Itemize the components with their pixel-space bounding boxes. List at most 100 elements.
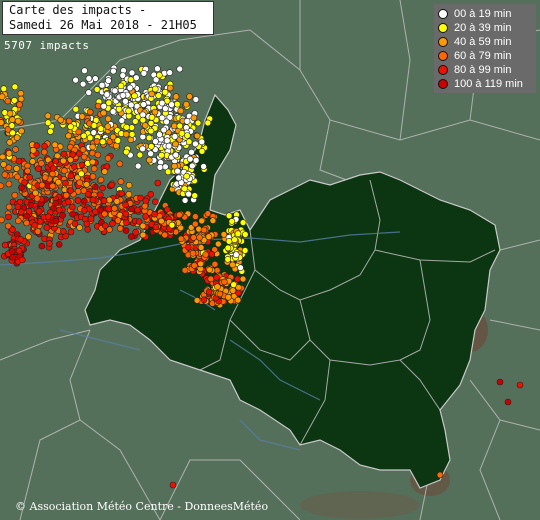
impact-point [26, 174, 34, 181]
impact-point [55, 206, 63, 214]
impact-point [79, 80, 87, 88]
impact-point [67, 187, 74, 194]
impact-point [114, 217, 122, 224]
impact-point [158, 217, 165, 225]
impact-point [33, 195, 41, 202]
impact-point [122, 227, 130, 234]
impact-point [100, 197, 108, 204]
impact-point [122, 201, 129, 209]
impact-point [127, 101, 135, 109]
impact-point [14, 217, 22, 225]
impact-point [189, 250, 197, 257]
impact-point [133, 74, 140, 81]
legend-swatch [438, 51, 448, 61]
impact-point [41, 142, 48, 150]
impact-point [193, 132, 201, 140]
impact-point [194, 119, 202, 127]
impact-point [191, 192, 198, 199]
impact-point [146, 156, 153, 164]
impact-point [152, 223, 160, 231]
legend-swatch [438, 37, 448, 47]
impact-point [213, 274, 220, 281]
impact-point [176, 211, 183, 219]
impact-point [239, 219, 247, 226]
impact-point [97, 125, 105, 132]
impact-point [97, 176, 105, 184]
impact-point [204, 119, 212, 127]
impact-point [183, 118, 191, 125]
impact-point [104, 115, 112, 123]
impact-point [234, 230, 242, 237]
impact-point [75, 128, 82, 136]
impact-point [18, 256, 26, 264]
impact-point [34, 228, 42, 235]
impact-point [115, 105, 123, 113]
impact-point [46, 240, 53, 247]
impact-point [0, 93, 6, 100]
impact-point [76, 224, 83, 231]
impact-point [183, 172, 190, 180]
impact-point [23, 219, 30, 227]
impact-point [50, 165, 57, 172]
impact-point [40, 148, 48, 156]
impact-point [174, 167, 181, 175]
impact-point [44, 112, 52, 120]
impact-point [156, 71, 163, 79]
impact-point [9, 116, 16, 123]
impact-point [14, 203, 22, 211]
impact-point [11, 83, 19, 91]
impact-point [192, 220, 199, 228]
legend-swatch [438, 79, 448, 89]
impact-point [205, 233, 213, 240]
impact-point [78, 113, 86, 120]
impact-point [52, 217, 60, 225]
impact-point [137, 194, 144, 202]
impact-point [117, 82, 125, 90]
impact-point [8, 248, 16, 255]
impact-point [191, 262, 198, 269]
impact-point [225, 293, 232, 301]
impact-point [128, 131, 136, 138]
impact-point [168, 101, 175, 108]
impact-point [105, 99, 113, 107]
impact-point [99, 184, 106, 192]
impact-point [190, 114, 198, 122]
impact-point [140, 70, 148, 77]
impact-point [136, 151, 144, 159]
impact-point [52, 157, 60, 165]
impact-point [125, 181, 133, 189]
impact-point [198, 138, 206, 146]
legend-swatch [438, 9, 448, 19]
impact-point [215, 240, 222, 248]
impact-point [228, 218, 236, 225]
impact-point [90, 122, 98, 129]
impact-point [235, 289, 242, 297]
impact-point [17, 95, 25, 103]
impact-point [122, 210, 130, 218]
legend-label: 40 à 59 min [454, 36, 512, 48]
impact-point [31, 222, 39, 229]
impact-point [181, 266, 189, 274]
impact-point [60, 150, 68, 158]
impact-point [141, 202, 149, 210]
impact-point [18, 127, 25, 135]
impact-point [89, 143, 96, 151]
impact-point [132, 118, 139, 125]
legend-label: 00 à 19 min [454, 8, 512, 20]
impact-point [103, 91, 111, 98]
impact-point [174, 100, 181, 108]
impact-point [72, 76, 79, 84]
impact-point [155, 92, 162, 99]
impact-point [38, 160, 45, 167]
impact-point [59, 211, 66, 219]
impact-point [80, 153, 88, 161]
impact-point [89, 158, 96, 166]
impact-point [225, 212, 233, 219]
impact-point [163, 137, 171, 144]
impact-point [44, 213, 52, 220]
map-title: Carte des impacts - [9, 3, 147, 17]
impact-point [162, 105, 169, 112]
impact-point [192, 157, 200, 164]
impact-point [504, 398, 512, 406]
impact-point [207, 275, 215, 283]
